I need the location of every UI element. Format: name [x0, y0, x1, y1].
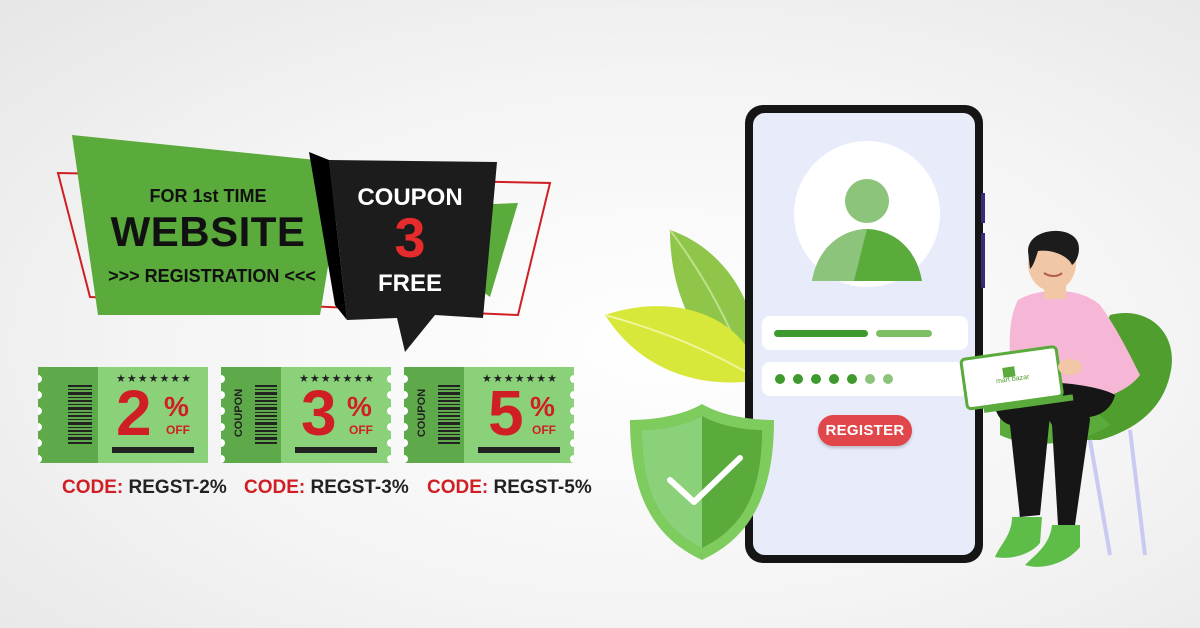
barcode-icon: [438, 385, 460, 444]
banner-line-1: FOR 1st TIME: [149, 186, 267, 206]
code-label: CODE:: [244, 477, 306, 498]
ticket-percent: %: [164, 391, 189, 422]
coupon-ticket-3[interactable]: COUPON ★★★★★★★ 5 % OFF: [404, 367, 574, 463]
coupon-badge-line-3: FREE: [377, 270, 442, 297]
shield-check-icon: [630, 404, 774, 560]
code-label: CODE:: [427, 477, 489, 498]
banner-line-2: WEBSITE: [110, 208, 306, 255]
field-line-primary: [774, 330, 868, 337]
ticket-discount-value: 5: [488, 377, 524, 449]
banner-line-3: >>> REGISTRATION <<<: [108, 266, 316, 286]
barcode-icon: [68, 385, 92, 444]
username-field[interactable]: [762, 316, 968, 350]
field-line-secondary: [876, 330, 932, 337]
register-button[interactable]: REGISTER: [818, 415, 912, 446]
user-avatar-icon: [794, 141, 940, 287]
ticket-side-label: COUPON: [416, 388, 428, 438]
ticket-percent: %: [347, 391, 372, 422]
coupon-badge-number: 3: [394, 206, 426, 269]
ticket-percent: %: [530, 391, 555, 422]
code-value: REGST-5%: [493, 477, 592, 498]
ticket-discount-value: 3: [301, 377, 337, 449]
coupon-ticket-2[interactable]: COUPON ★★★★★★★ 3 % OFF: [221, 367, 391, 463]
coupon-code-2: CODE: REGST-3%: [244, 477, 409, 499]
password-field[interactable]: [762, 362, 968, 396]
ticket-off: OFF: [349, 423, 373, 437]
code-value: REGST-3%: [310, 477, 409, 498]
coupon-code-1: CODE: REGST-2%: [62, 477, 227, 499]
ticket-off: OFF: [532, 423, 556, 437]
ticket-discount-value: 2: [116, 377, 152, 449]
person-with-laptop: [959, 230, 1172, 567]
ticket-side-label: COUPON: [233, 388, 245, 438]
coupon-code-3: CODE: REGST-5%: [427, 477, 592, 499]
code-value: REGST-2%: [128, 477, 227, 498]
coupon-ticket-1[interactable]: ★★★★★★★ 2 % OFF: [38, 367, 208, 463]
password-dots: [775, 374, 893, 384]
ticket-off: OFF: [166, 423, 190, 437]
barcode-icon: [255, 385, 277, 444]
code-label: CODE:: [62, 477, 124, 498]
